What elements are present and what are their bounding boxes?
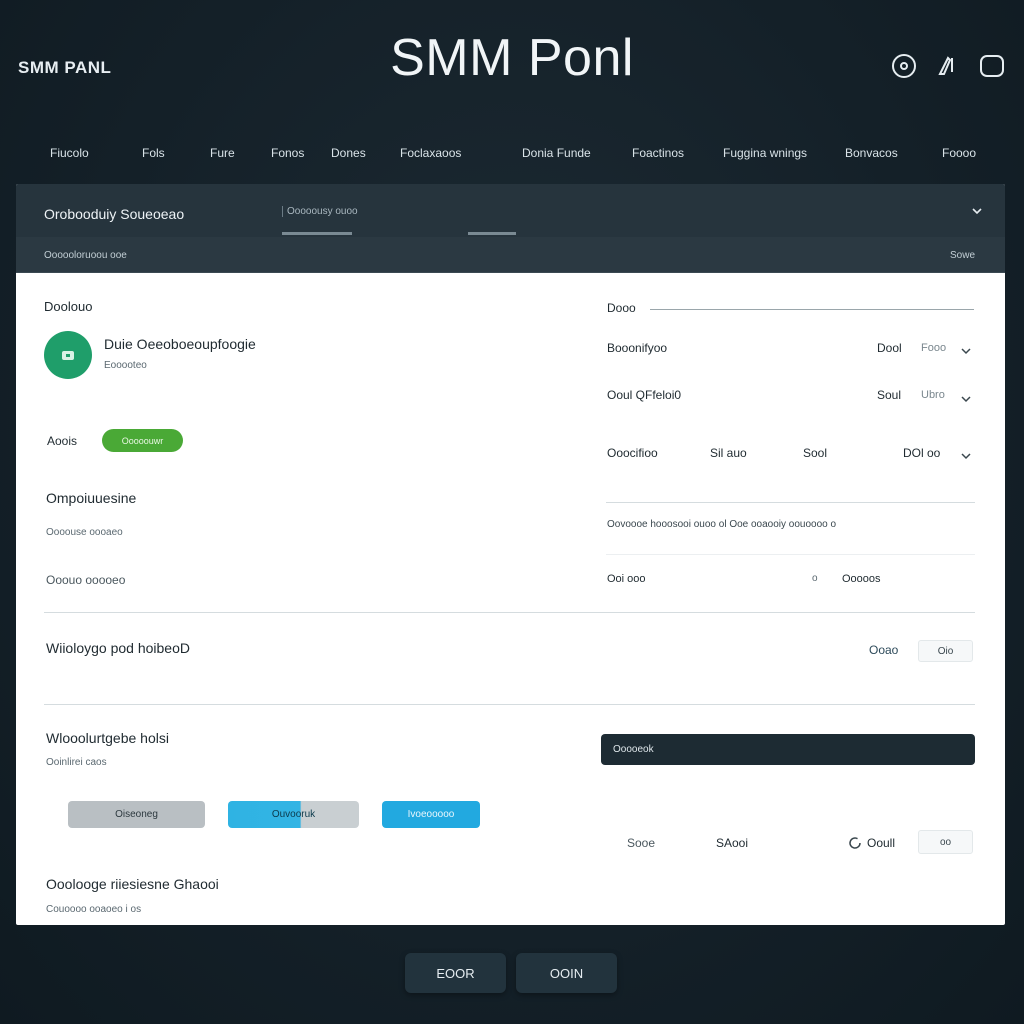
toggle-button[interactable]: Ouvooruk	[228, 801, 359, 828]
nav-item[interactable]: Donia Funde	[522, 146, 591, 160]
group-sub: Couoooo ooaoeo i os	[46, 904, 142, 915]
row-value: Sool	[803, 446, 828, 460]
nav-item[interactable]: Fiucolo	[50, 146, 89, 160]
nav-item[interactable]: Fols	[142, 146, 165, 160]
row-label: Ooocifioo	[607, 446, 658, 460]
clock-icon[interactable]	[890, 52, 918, 80]
nav-item[interactable]: Foclaxaoos	[400, 146, 461, 160]
row-select[interactable]: Ubro	[921, 389, 945, 401]
section-label: Doolouo	[44, 299, 93, 314]
row-value: Sil auo	[710, 446, 747, 460]
nav-item[interactable]: Fure	[210, 146, 235, 160]
group-sub: Ooinlirei caos	[46, 757, 107, 768]
nav-item[interactable]: Foooo	[942, 146, 976, 160]
panel-header: Orobooduiy Soueoeao Ooooousy ouoo	[16, 184, 1005, 237]
nav-item[interactable]: Dones	[331, 146, 366, 160]
main-panel: Orobooduiy Soueoeao Ooooousy ouoo Oooool…	[16, 184, 1005, 925]
tablet-icon[interactable]	[978, 52, 1006, 80]
secondary-button[interactable]: Oiseoneg	[68, 801, 205, 828]
tab-underline	[468, 232, 516, 235]
row-label: Sooe	[627, 836, 656, 850]
row-value: SAooi	[716, 836, 749, 850]
chevron-down-icon[interactable]	[971, 204, 983, 222]
edit-icon[interactable]	[934, 52, 962, 80]
group-title: Ooolooge riiesiesne Ghaooi	[46, 876, 219, 892]
refresh-icon[interactable]	[848, 836, 862, 855]
row-value: Ooull	[867, 836, 896, 850]
chevron-down-icon[interactable]	[961, 391, 971, 409]
footer-button-1[interactable]: EOOR	[405, 953, 506, 993]
chevron-down-icon[interactable]	[961, 343, 971, 361]
subbar-label: Oooooloruoou ooe	[44, 250, 127, 261]
bottom-pill[interactable]: oo	[918, 830, 973, 854]
status-label: Aoois	[47, 434, 78, 448]
group-title: Wlooolurtgebe holsi	[46, 730, 169, 746]
wallet-icon	[62, 350, 74, 360]
divider	[44, 612, 975, 613]
row-label: Ooul QFfeloi0	[607, 388, 682, 402]
row-select[interactable]: DOl oo	[903, 446, 940, 460]
panel-subbar: Oooooloruoou ooe Sowe	[16, 237, 1005, 273]
account-name: Duie Oeeoboeoupfoogie	[104, 336, 256, 352]
search-input[interactable]: Ooooousy ouoo	[282, 206, 358, 217]
info-note: Oovoooe hooosooi ouoo ol Ooe ooaooiy oou…	[607, 519, 837, 530]
chevron-down-icon[interactable]	[961, 448, 971, 466]
nav-item[interactable]: Fuggina wnings	[723, 146, 807, 160]
subbar-action[interactable]: Sowe	[950, 250, 975, 261]
section-label: Dooo	[607, 301, 636, 315]
row-value: Dool	[877, 341, 902, 355]
wide-row-label: Wiioloygo pod hoibeoD	[46, 640, 190, 656]
footer-button-2[interactable]: OOIN	[516, 953, 617, 993]
divider	[650, 309, 974, 310]
main-nav: Fiucolo Fols Fure Fonos Dones Foclaxaoos…	[0, 146, 1024, 164]
nav-item[interactable]: Bonvacos	[845, 146, 898, 160]
row-label: Booonifyoo	[607, 341, 668, 355]
divider	[606, 554, 975, 555]
header-icons	[890, 52, 1006, 80]
row-value: Ooooos	[842, 573, 881, 585]
tab-underline	[282, 232, 352, 235]
row-label: Ooi ooo	[607, 573, 646, 585]
group-title: Ompoiuuesine	[46, 490, 137, 506]
account-sub: Eooooteo	[104, 360, 147, 371]
wide-row-value: Ooao	[869, 643, 899, 657]
dark-input-field[interactable]: Ooooeok	[601, 734, 975, 765]
divider	[606, 502, 975, 503]
app-title: SMM Ponl	[390, 29, 634, 87]
primary-button[interactable]: Ivoeooooo	[382, 801, 480, 828]
nav-item[interactable]: Fonos	[271, 146, 304, 160]
panel-title: Orobooduiy Soueoeao	[44, 206, 185, 222]
status-badge: Ooooouwr	[102, 429, 183, 452]
row-value: Soul	[877, 388, 902, 402]
group-label: Ooouo ooooeo	[46, 573, 126, 587]
row-select[interactable]: Fooo	[921, 342, 946, 354]
divider	[44, 704, 975, 705]
row-separator: o	[812, 573, 818, 584]
nav-item[interactable]: Foactinos	[632, 146, 684, 160]
group-sub: Oooouse oooaeo	[46, 527, 123, 538]
wide-row-pill[interactable]: Oio	[918, 640, 973, 662]
avatar	[44, 331, 92, 379]
